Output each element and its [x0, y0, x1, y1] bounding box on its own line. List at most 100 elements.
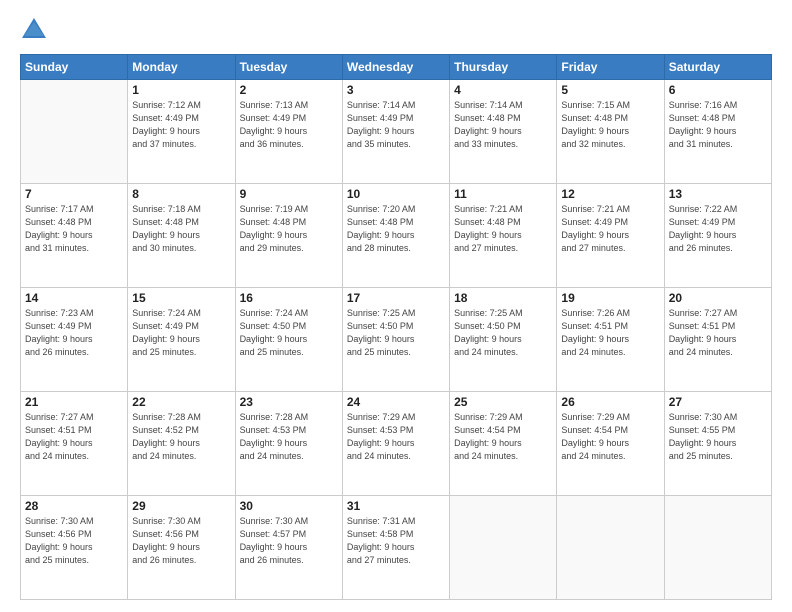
- page: Sunday Monday Tuesday Wednesday Thursday…: [0, 0, 792, 612]
- day-number: 21: [25, 395, 123, 409]
- table-row: 3 Sunrise: 7:14 AM Sunset: 4:49 PM Daylig…: [342, 80, 449, 184]
- day-number: 20: [669, 291, 767, 305]
- day-number: 9: [240, 187, 338, 201]
- day-number: 3: [347, 83, 445, 97]
- day-info: Sunrise: 7:13 AM Sunset: 4:49 PM Dayligh…: [240, 99, 338, 151]
- day-info: Sunrise: 7:30 AM Sunset: 4:56 PM Dayligh…: [132, 515, 230, 567]
- day-number: 13: [669, 187, 767, 201]
- day-info: Sunrise: 7:16 AM Sunset: 4:48 PM Dayligh…: [669, 99, 767, 151]
- day-info: Sunrise: 7:30 AM Sunset: 4:57 PM Dayligh…: [240, 515, 338, 567]
- header-row: Sunday Monday Tuesday Wednesday Thursday…: [21, 55, 772, 80]
- day-info: Sunrise: 7:25 AM Sunset: 4:50 PM Dayligh…: [347, 307, 445, 359]
- day-number: 26: [561, 395, 659, 409]
- table-row: 20 Sunrise: 7:27 AM Sunset: 4:51 PM Dayli…: [664, 288, 771, 392]
- day-number: 19: [561, 291, 659, 305]
- day-number: 10: [347, 187, 445, 201]
- table-row: 30 Sunrise: 7:30 AM Sunset: 4:57 PM Dayli…: [235, 496, 342, 600]
- day-info: Sunrise: 7:30 AM Sunset: 4:56 PM Dayligh…: [25, 515, 123, 567]
- day-info: Sunrise: 7:19 AM Sunset: 4:48 PM Dayligh…: [240, 203, 338, 255]
- day-number: 5: [561, 83, 659, 97]
- calendar-week-2: 7 Sunrise: 7:17 AM Sunset: 4:48 PM Daylig…: [21, 184, 772, 288]
- day-number: 15: [132, 291, 230, 305]
- day-number: 31: [347, 499, 445, 513]
- day-info: Sunrise: 7:26 AM Sunset: 4:51 PM Dayligh…: [561, 307, 659, 359]
- table-row: 17 Sunrise: 7:25 AM Sunset: 4:50 PM Dayli…: [342, 288, 449, 392]
- table-row: [21, 80, 128, 184]
- day-number: 1: [132, 83, 230, 97]
- col-monday: Monday: [128, 55, 235, 80]
- header: [20, 16, 772, 44]
- table-row: 19 Sunrise: 7:26 AM Sunset: 4:51 PM Dayli…: [557, 288, 664, 392]
- table-row: 31 Sunrise: 7:31 AM Sunset: 4:58 PM Dayli…: [342, 496, 449, 600]
- day-info: Sunrise: 7:21 AM Sunset: 4:49 PM Dayligh…: [561, 203, 659, 255]
- table-row: 13Sunrise: 7:22 AM Sunset: 4:49 PM Dayli…: [664, 184, 771, 288]
- table-row: 26 Sunrise: 7:29 AM Sunset: 4:54 PM Dayli…: [557, 392, 664, 496]
- day-number: 4: [454, 83, 552, 97]
- day-info: Sunrise: 7:24 AM Sunset: 4:49 PM Dayligh…: [132, 307, 230, 359]
- table-row: [450, 496, 557, 600]
- table-row: 10 Sunrise: 7:20 AM Sunset: 4:48 PM Dayli…: [342, 184, 449, 288]
- table-row: 24 Sunrise: 7:29 AM Sunset: 4:53 PM Dayli…: [342, 392, 449, 496]
- day-info: Sunrise: 7:31 AM Sunset: 4:58 PM Dayligh…: [347, 515, 445, 567]
- col-wednesday: Wednesday: [342, 55, 449, 80]
- day-number: 2: [240, 83, 338, 97]
- day-info: Sunrise: 7:20 AM Sunset: 4:48 PM Dayligh…: [347, 203, 445, 255]
- day-info: Sunrise: 7:14 AM Sunset: 4:49 PM Dayligh…: [347, 99, 445, 151]
- table-row: 21 Sunrise: 7:27 AM Sunset: 4:51 PM Dayli…: [21, 392, 128, 496]
- day-info: Sunrise: 7:28 AM Sunset: 4:53 PM Dayligh…: [240, 411, 338, 463]
- table-row: 29 Sunrise: 7:30 AM Sunset: 4:56 PM Dayli…: [128, 496, 235, 600]
- calendar-week-4: 21 Sunrise: 7:27 AM Sunset: 4:51 PM Dayli…: [21, 392, 772, 496]
- day-info: Sunrise: 7:24 AM Sunset: 4:50 PM Dayligh…: [240, 307, 338, 359]
- calendar-table: Sunday Monday Tuesday Wednesday Thursday…: [20, 54, 772, 600]
- table-row: [664, 496, 771, 600]
- table-row: 16 Sunrise: 7:24 AM Sunset: 4:50 PM Dayli…: [235, 288, 342, 392]
- day-number: 14: [25, 291, 123, 305]
- table-row: 22Sunrise: 7:28 AM Sunset: 4:52 PM Dayli…: [128, 392, 235, 496]
- calendar-week-1: 1Sunrise: 7:12 AM Sunset: 4:49 PM Daylig…: [21, 80, 772, 184]
- table-row: 11 Sunrise: 7:21 AM Sunset: 4:48 PM Dayli…: [450, 184, 557, 288]
- day-number: 23: [240, 395, 338, 409]
- table-row: 28 Sunrise: 7:30 AM Sunset: 4:56 PM Dayli…: [21, 496, 128, 600]
- logo: [20, 16, 52, 44]
- day-number: 24: [347, 395, 445, 409]
- table-row: [557, 496, 664, 600]
- table-row: 7 Sunrise: 7:17 AM Sunset: 4:48 PM Daylig…: [21, 184, 128, 288]
- table-row: 27 Sunrise: 7:30 AM Sunset: 4:55 PM Dayli…: [664, 392, 771, 496]
- day-number: 11: [454, 187, 552, 201]
- day-info: Sunrise: 7:21 AM Sunset: 4:48 PM Dayligh…: [454, 203, 552, 255]
- day-number: 29: [132, 499, 230, 513]
- table-row: 4 Sunrise: 7:14 AM Sunset: 4:48 PM Daylig…: [450, 80, 557, 184]
- day-number: 28: [25, 499, 123, 513]
- table-row: 12 Sunrise: 7:21 AM Sunset: 4:49 PM Dayli…: [557, 184, 664, 288]
- logo-icon: [20, 16, 48, 44]
- day-info: Sunrise: 7:29 AM Sunset: 4:54 PM Dayligh…: [561, 411, 659, 463]
- table-row: 9 Sunrise: 7:19 AM Sunset: 4:48 PM Daylig…: [235, 184, 342, 288]
- table-row: 14 Sunrise: 7:23 AM Sunset: 4:49 PM Dayli…: [21, 288, 128, 392]
- day-number: 22: [132, 395, 230, 409]
- day-number: 16: [240, 291, 338, 305]
- day-number: 12: [561, 187, 659, 201]
- day-info: Sunrise: 7:23 AM Sunset: 4:49 PM Dayligh…: [25, 307, 123, 359]
- table-row: 8Sunrise: 7:18 AM Sunset: 4:48 PM Daylig…: [128, 184, 235, 288]
- day-info: Sunrise: 7:27 AM Sunset: 4:51 PM Dayligh…: [669, 307, 767, 359]
- day-number: 7: [25, 187, 123, 201]
- day-info: Sunrise: 7:14 AM Sunset: 4:48 PM Dayligh…: [454, 99, 552, 151]
- day-info: Sunrise: 7:29 AM Sunset: 4:54 PM Dayligh…: [454, 411, 552, 463]
- day-info: Sunrise: 7:17 AM Sunset: 4:48 PM Dayligh…: [25, 203, 123, 255]
- day-info: Sunrise: 7:30 AM Sunset: 4:55 PM Dayligh…: [669, 411, 767, 463]
- day-info: Sunrise: 7:18 AM Sunset: 4:48 PM Dayligh…: [132, 203, 230, 255]
- day-number: 30: [240, 499, 338, 513]
- col-tuesday: Tuesday: [235, 55, 342, 80]
- day-number: 18: [454, 291, 552, 305]
- table-row: 23 Sunrise: 7:28 AM Sunset: 4:53 PM Dayli…: [235, 392, 342, 496]
- day-number: 17: [347, 291, 445, 305]
- day-info: Sunrise: 7:29 AM Sunset: 4:53 PM Dayligh…: [347, 411, 445, 463]
- day-number: 27: [669, 395, 767, 409]
- table-row: 2 Sunrise: 7:13 AM Sunset: 4:49 PM Daylig…: [235, 80, 342, 184]
- table-row: 18Sunrise: 7:25 AM Sunset: 4:50 PM Dayli…: [450, 288, 557, 392]
- calendar-week-5: 28 Sunrise: 7:30 AM Sunset: 4:56 PM Dayli…: [21, 496, 772, 600]
- col-thursday: Thursday: [450, 55, 557, 80]
- table-row: 15 Sunrise: 7:24 AM Sunset: 4:49 PM Dayli…: [128, 288, 235, 392]
- day-number: 25: [454, 395, 552, 409]
- day-info: Sunrise: 7:27 AM Sunset: 4:51 PM Dayligh…: [25, 411, 123, 463]
